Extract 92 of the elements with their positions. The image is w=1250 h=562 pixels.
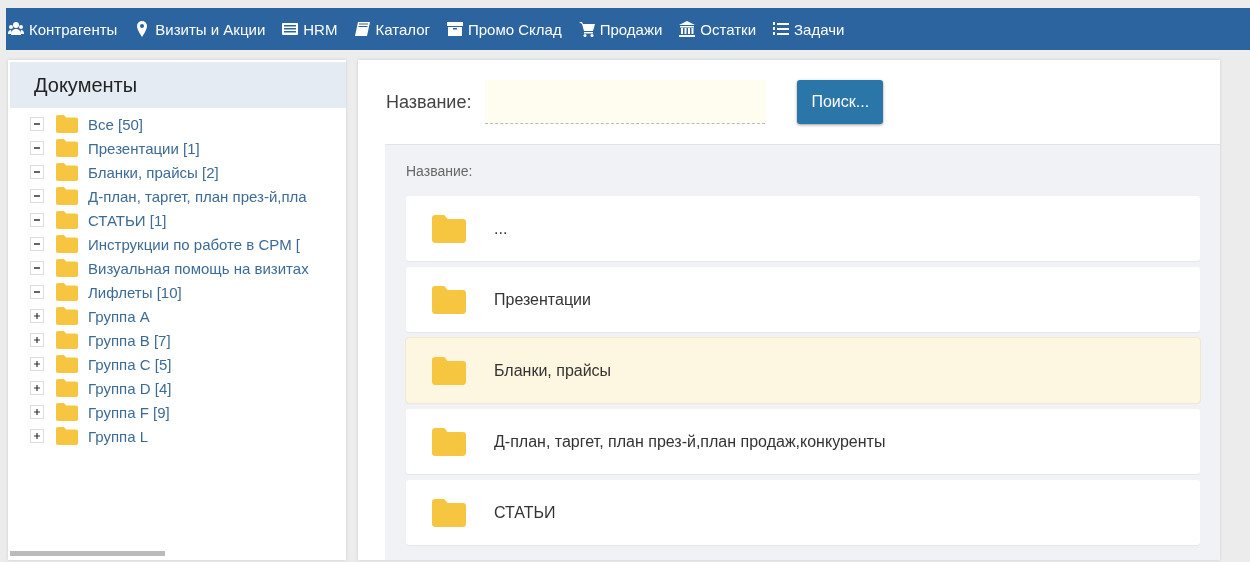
folder-icon [432, 498, 466, 527]
tree-item[interactable]: Группа D [4] [88, 379, 172, 397]
expand-toggle[interactable] [30, 333, 44, 347]
folder-icon [56, 403, 78, 421]
tree-item[interactable]: Бланки, прайсы [2] [88, 163, 219, 181]
book-icon [354, 21, 371, 37]
minus-icon [34, 243, 40, 245]
folder-icon [56, 235, 78, 253]
expand-toggle[interactable] [30, 189, 44, 203]
plus-icon [34, 361, 40, 367]
plus-icon [34, 409, 40, 415]
minus-icon [34, 147, 40, 149]
expand-toggle[interactable] [30, 309, 44, 323]
folder-icon [432, 427, 466, 456]
tree-item[interactable]: Визуальная помощь на визитах [88, 259, 309, 277]
tree-item[interactable]: Презентации [1] [88, 139, 200, 157]
nav-link[interactable]: HRM [282, 20, 338, 38]
box-icon [446, 21, 463, 37]
nav-link[interactable]: Контрагенты [8, 20, 118, 38]
folder-name: Презентации [494, 290, 591, 309]
folder-name: Бланки, прайсы [494, 361, 612, 380]
tree-item[interactable]: Д-план, таргет, план през-й,пла [88, 187, 307, 205]
minus-icon [34, 171, 40, 173]
minus-icon [34, 195, 40, 197]
tree-item[interactable]: Группа В [7] [88, 331, 171, 349]
minus-icon [34, 291, 40, 293]
expand-toggle[interactable] [30, 381, 44, 395]
tree-item[interactable]: Группа С [5] [88, 355, 172, 373]
folder-row[interactable]: Презентации [406, 267, 1200, 332]
expand-toggle[interactable] [30, 141, 44, 155]
panel-title: Документы [34, 73, 138, 97]
expand-toggle[interactable] [30, 357, 44, 371]
minus-icon [34, 219, 40, 221]
folder-icon [56, 427, 78, 445]
folder-row[interactable]: Бланки, прайсы [406, 338, 1200, 403]
expand-toggle[interactable] [30, 261, 44, 275]
folder-icon [432, 356, 466, 385]
minus-icon [34, 123, 40, 125]
field-label: Название: [386, 91, 472, 113]
tree-item[interactable]: Группа L [88, 427, 149, 445]
nav-link[interactable]: Продажи [578, 20, 663, 38]
tree-item[interactable]: Инструкции по работе в СРМ [ [88, 235, 300, 253]
folder-icon [56, 379, 78, 397]
column-header: Название: [406, 161, 474, 181]
folder-name: ... [494, 219, 508, 238]
tree-item[interactable]: Группа А [88, 307, 150, 325]
folder-row[interactable]: Д-план, таргет, план през-й,план продаж,конкуренты [406, 409, 1200, 474]
plus-icon [34, 313, 40, 319]
expand-toggle[interactable] [30, 117, 44, 131]
expand-toggle[interactable] [30, 405, 44, 419]
tree-item[interactable]: Все [50] [88, 115, 144, 133]
nav-link[interactable]: Задачи [773, 20, 845, 38]
nav-link[interactable]: Промо Склад [446, 20, 562, 38]
expand-toggle[interactable] [30, 237, 44, 251]
users-icon [8, 21, 24, 37]
expand-toggle[interactable] [30, 285, 44, 299]
folder-icon [56, 331, 78, 349]
folder-icon [56, 307, 78, 325]
folder-icon [56, 187, 78, 205]
folder-icon [56, 139, 78, 157]
expand-toggle[interactable] [30, 213, 44, 227]
nav-link[interactable]: Остатки [679, 20, 757, 38]
plus-icon [34, 337, 40, 343]
tree-item[interactable]: Лифлеты [10] [88, 283, 182, 301]
folder-icon [56, 355, 78, 373]
folder-icon [56, 283, 78, 301]
tree-item[interactable]: СТАТЬИ [1] [88, 211, 167, 229]
folder-name: Д-план, таргет, план през-й,план продаж,конкуренты [494, 432, 886, 451]
scrollbar[interactable] [10, 551, 165, 556]
folder-icon [56, 211, 78, 229]
folder-icon [432, 285, 466, 314]
nav-link[interactable]: Каталог [354, 20, 430, 38]
folder-icon [56, 115, 78, 133]
folder-name: СТАТЬИ [494, 503, 556, 522]
list-icon [282, 21, 299, 37]
folder-row[interactable]: ... [406, 196, 1200, 261]
numbered-list-icon [773, 21, 790, 37]
folder-icon [56, 163, 78, 181]
bank-icon [679, 21, 696, 37]
plus-icon [34, 433, 40, 439]
folder-icon [432, 214, 466, 243]
nav-link[interactable]: Визиты и Акции [134, 20, 266, 38]
expand-toggle[interactable] [30, 429, 44, 443]
cart-icon [578, 21, 595, 37]
search-button[interactable]: Поиск... [797, 80, 884, 124]
expand-toggle[interactable] [30, 165, 44, 179]
plus-icon [34, 385, 40, 391]
name-input[interactable] [485, 80, 766, 124]
folder-row[interactable]: СТАТЬИ [406, 480, 1200, 545]
tree-item[interactable]: Группа F [9] [88, 403, 170, 421]
folder-icon [56, 259, 78, 277]
minus-icon [34, 267, 40, 269]
